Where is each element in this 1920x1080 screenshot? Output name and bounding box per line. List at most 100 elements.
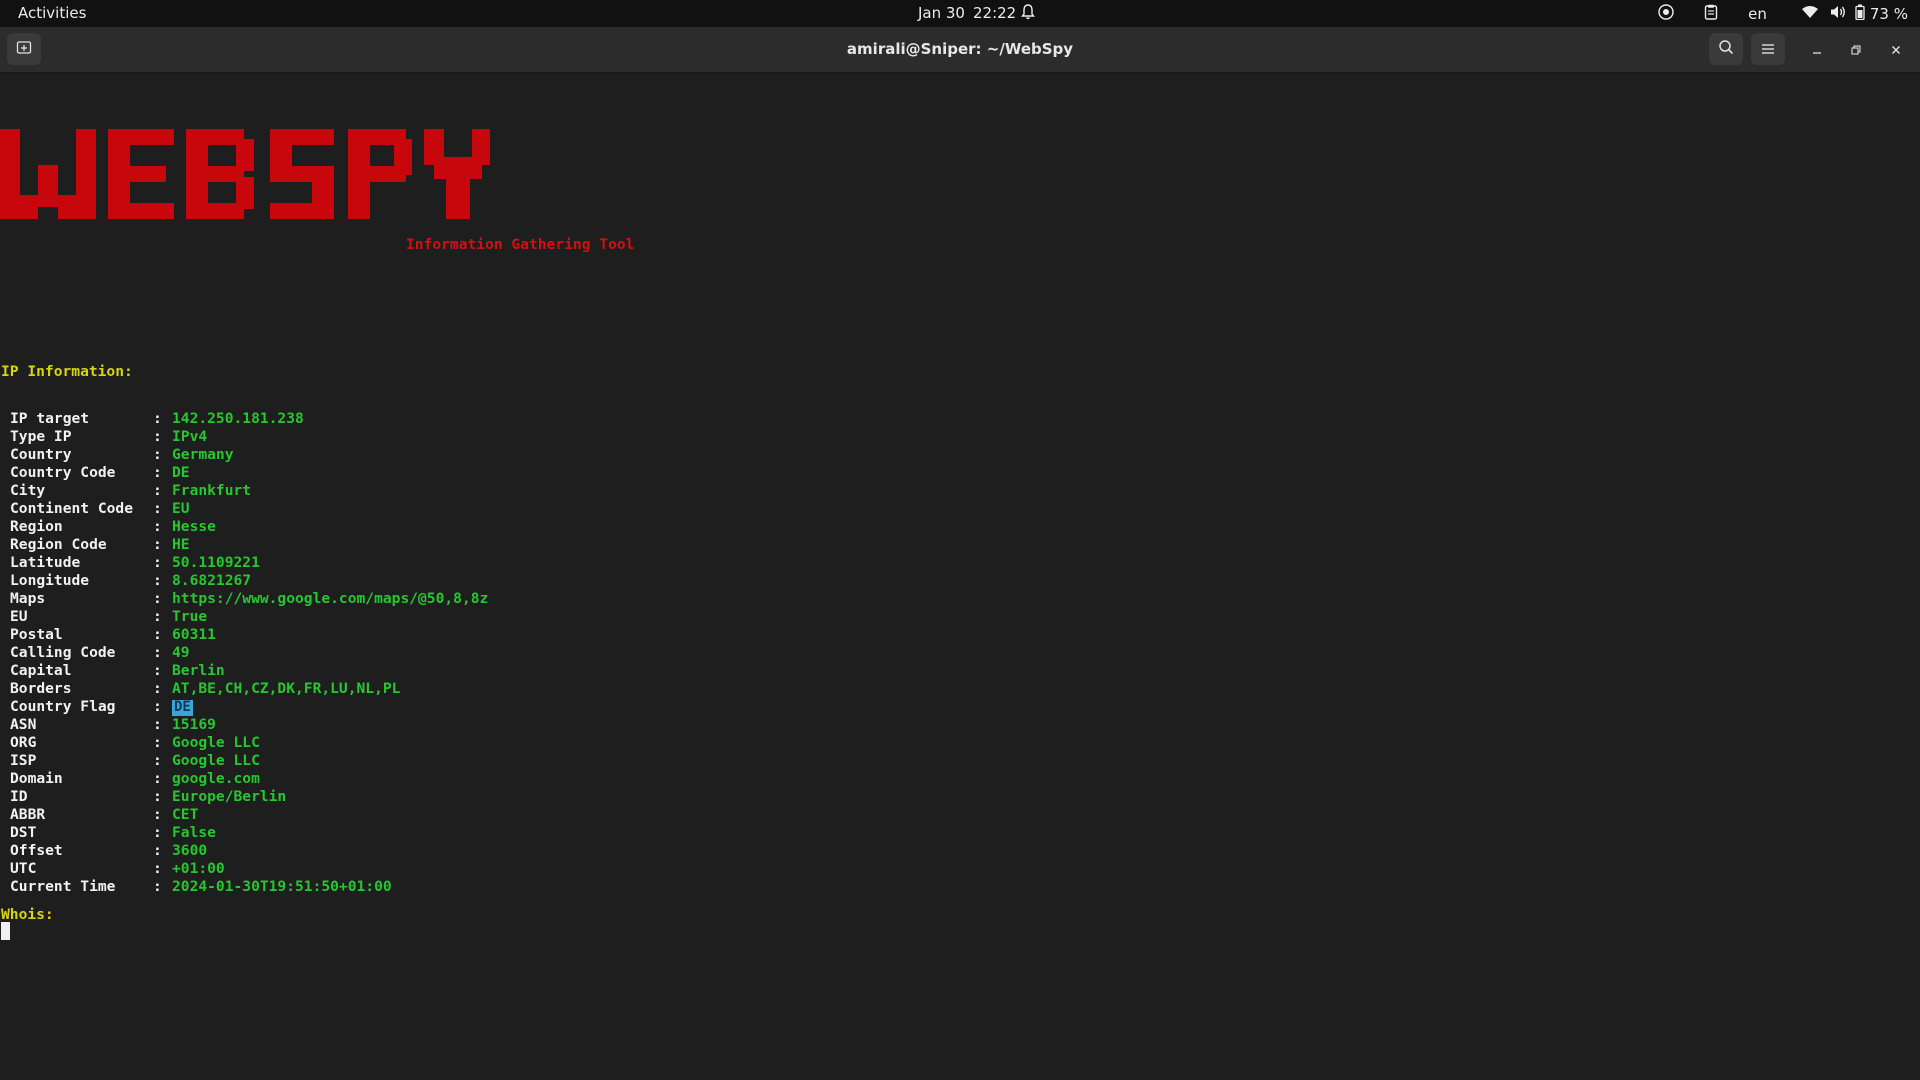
- info-row: DST: False: [10, 824, 488, 842]
- info-separator: :: [153, 464, 162, 481]
- info-key: ABBR: [10, 806, 46, 823]
- minimize-icon: [1812, 43, 1822, 59]
- info-row: ORG: Google LLC: [10, 734, 488, 752]
- info-value: 49: [172, 644, 190, 661]
- help-icon[interactable]: [1658, 4, 1674, 24]
- info-key: ISP: [10, 752, 37, 769]
- info-value: google.com: [172, 770, 260, 787]
- info-row: Country Code: DE: [10, 464, 488, 482]
- info-key: Country Code: [10, 464, 116, 481]
- country-flag-value: DE: [172, 699, 193, 716]
- info-row: Borders: AT,BE,CH,CZ,DK,FR,LU,NL,PL: [10, 680, 488, 698]
- info-separator: :: [153, 824, 162, 841]
- terminal-cursor: [1, 922, 10, 940]
- volume-icon[interactable]: [1829, 4, 1847, 24]
- info-value: 50.1109221: [172, 554, 260, 571]
- info-value: CET: [172, 806, 199, 823]
- info-value: https://www.google.com/maps/@50,8,8z: [172, 590, 489, 607]
- info-row: Continent Code: EU: [10, 500, 488, 518]
- clock-button[interactable]: Jan 30 22:22: [918, 4, 1016, 22]
- info-row: ISP: Google LLC: [10, 752, 488, 770]
- info-separator: :: [153, 806, 162, 823]
- info-key: Borders: [10, 680, 72, 697]
- whois-header: Whois:: [1, 906, 54, 923]
- close-button[interactable]: [1886, 41, 1906, 61]
- info-row: Postal:60311: [10, 626, 488, 644]
- terminal-header-bar: amirali@Sniper: ~/WebSpy: [0, 27, 1920, 73]
- maximize-icon: [1851, 43, 1861, 59]
- info-value: Germany: [172, 446, 234, 463]
- info-value: True: [172, 608, 208, 625]
- info-key: Calling Code: [10, 644, 116, 661]
- info-separator: :: [153, 536, 162, 553]
- info-separator: :: [153, 446, 162, 463]
- info-value: 8.6821267: [172, 572, 252, 589]
- info-row: City: Frankfurt: [10, 482, 488, 500]
- info-key: Type IP: [10, 428, 72, 445]
- wifi-icon[interactable]: [1801, 5, 1819, 23]
- clock-date: Jan 30: [918, 4, 965, 22]
- info-row: Region Code: HE: [10, 536, 488, 554]
- info-key: Maps: [10, 590, 46, 607]
- info-row: Type IP: IPv4: [10, 428, 488, 446]
- info-separator: :: [153, 608, 162, 625]
- info-separator: :: [153, 500, 162, 517]
- info-row: Offset:3600: [10, 842, 488, 860]
- info-separator: :: [153, 518, 162, 535]
- info-separator: :: [153, 860, 162, 877]
- system-tray[interactable]: en 73 %: [1658, 4, 1908, 24]
- info-separator: :: [153, 410, 162, 427]
- info-row: ABBR: CET: [10, 806, 488, 824]
- language-indicator[interactable]: en: [1748, 5, 1767, 23]
- info-row: Current Time:2024-01-30T19:51:50+01:00: [10, 878, 488, 896]
- info-value: 60311: [172, 626, 216, 643]
- battery-icon[interactable]: [1855, 4, 1865, 24]
- info-value: +01:00: [172, 860, 225, 877]
- info-key: ORG: [10, 734, 37, 751]
- info-key: Region Code: [10, 536, 107, 553]
- banner-subtitle: Information Gathering Tool: [406, 236, 635, 253]
- info-key: Domain: [10, 770, 63, 787]
- info-value: Hesse: [172, 518, 216, 535]
- info-separator: :: [153, 626, 162, 643]
- info-key: ID: [10, 788, 28, 805]
- info-row: Latitude:50.1109221: [10, 554, 488, 572]
- system-top-bar: Activities Jan 30 22:22 en 73 %: [0, 0, 1920, 27]
- info-key: Longitude: [10, 572, 90, 589]
- info-key: Offset: [10, 842, 63, 859]
- info-value: 3600: [172, 842, 208, 859]
- maximize-button[interactable]: [1846, 41, 1866, 61]
- info-value: HE: [172, 536, 190, 553]
- info-value: 15169: [172, 716, 216, 733]
- info-key: Country Flag: [10, 698, 116, 715]
- hamburger-menu-icon: [1761, 40, 1775, 59]
- info-row: ID: Europe/Berlin: [10, 788, 488, 806]
- info-separator: :: [153, 644, 162, 661]
- search-icon: [1718, 39, 1734, 59]
- info-value: Europe/Berlin: [172, 788, 287, 805]
- info-key: Country: [10, 446, 72, 463]
- info-separator: :: [153, 572, 162, 589]
- info-row: IP target:142.250.181.238: [10, 410, 488, 428]
- menu-button[interactable]: [1751, 33, 1785, 65]
- web-spy-banner: [0, 129, 492, 229]
- clipboard-icon[interactable]: [1704, 4, 1718, 24]
- info-separator: :: [153, 554, 162, 571]
- info-separator: :: [153, 428, 162, 445]
- info-key: Current Time: [10, 878, 116, 895]
- search-button[interactable]: [1709, 33, 1743, 65]
- info-key: City: [10, 482, 46, 499]
- info-separator: :: [153, 770, 162, 787]
- terminal-output[interactable]: Information Gathering Tool IP Informatio…: [0, 73, 1920, 1080]
- info-key: EU: [10, 608, 28, 625]
- minimize-button[interactable]: [1807, 41, 1827, 61]
- info-separator: :: [153, 698, 162, 715]
- info-separator: :: [153, 842, 162, 859]
- battery-percentage: 73 %: [1869, 5, 1908, 23]
- info-key: Latitude: [10, 554, 81, 571]
- activities-button[interactable]: Activities: [18, 4, 86, 22]
- info-value: AT,BE,CH,CZ,DK,FR,LU,NL,PL: [172, 680, 401, 697]
- close-icon: [1891, 43, 1901, 59]
- info-separator: :: [153, 482, 162, 499]
- clock-time: 22:22: [972, 4, 1017, 22]
